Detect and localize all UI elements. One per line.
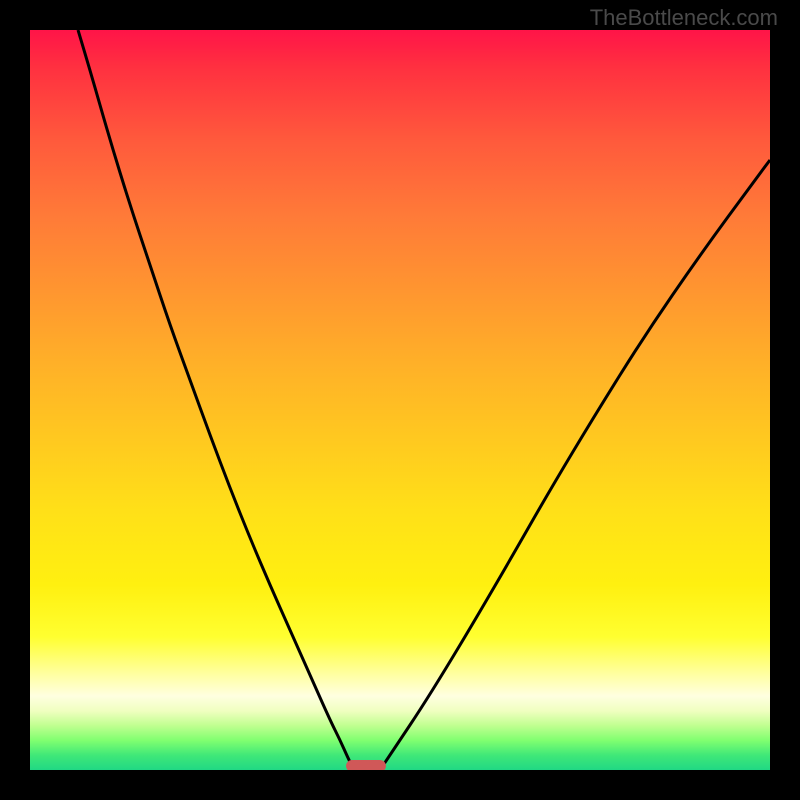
watermark-text: TheBottleneck.com: [590, 5, 778, 31]
left-curve-path: [78, 30, 354, 770]
curve-svg: [30, 30, 770, 770]
chart-container: [30, 30, 770, 770]
bottom-marker: [346, 760, 386, 770]
right-curve-path: [380, 160, 770, 770]
